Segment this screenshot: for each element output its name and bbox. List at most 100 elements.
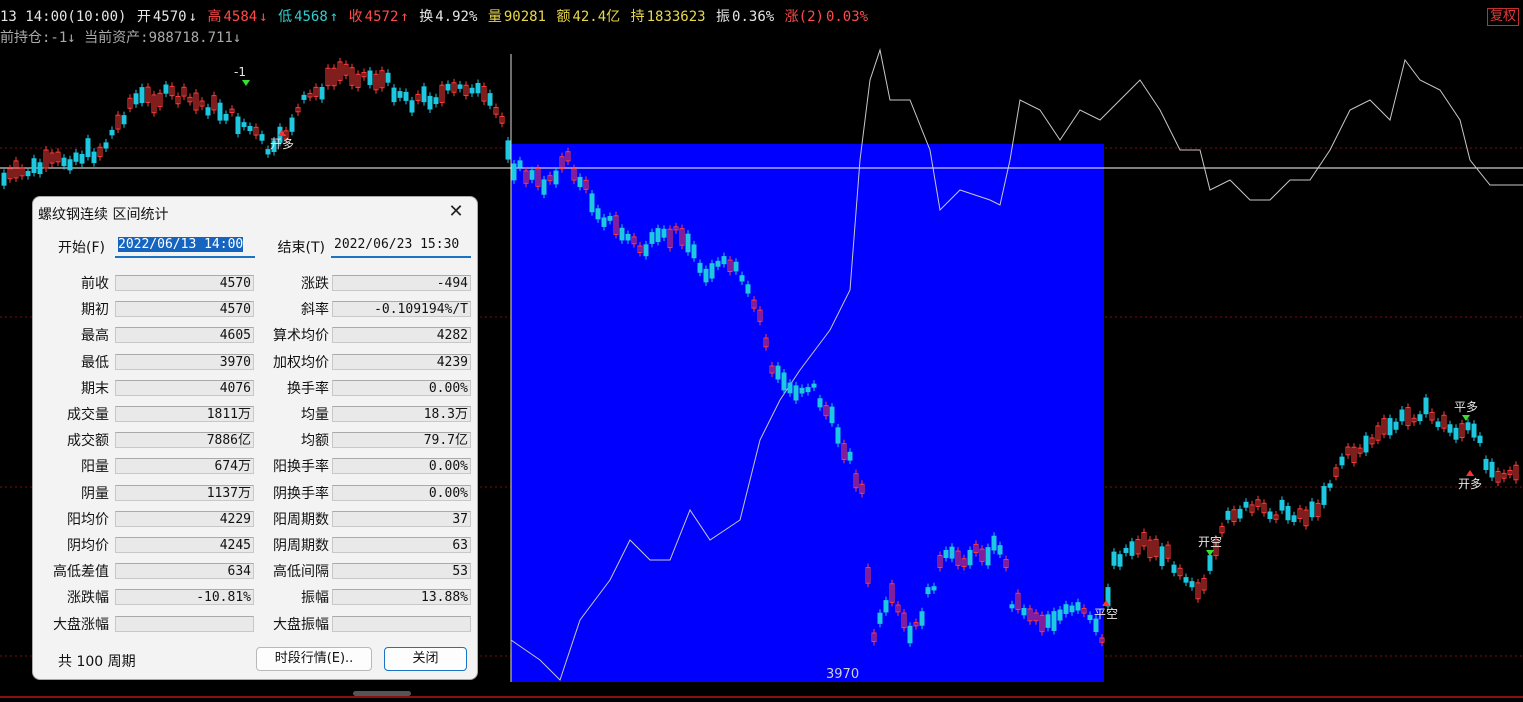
stat-value: 13.88% bbox=[332, 589, 471, 606]
stat-label: 斜率 bbox=[301, 302, 329, 319]
candle-down bbox=[487, 93, 493, 106]
restore-rights-button[interactable]: 复权 bbox=[1486, 8, 1519, 26]
candle-down bbox=[697, 262, 703, 273]
candle-down bbox=[1279, 499, 1285, 511]
candle-down bbox=[1171, 564, 1177, 573]
stat-value: 0.00% bbox=[332, 458, 471, 475]
candle-down bbox=[103, 142, 109, 149]
candle-down bbox=[1009, 604, 1015, 609]
stat-label: 振幅 bbox=[301, 590, 329, 607]
candle-down bbox=[409, 100, 415, 113]
turnover-label: 换 bbox=[419, 9, 434, 25]
end-date-input[interactable]: 2022/06/23 15:30 bbox=[331, 234, 471, 258]
candle-down bbox=[259, 134, 265, 141]
stat-value: 634 bbox=[115, 563, 254, 580]
stat-value: 1137万 bbox=[115, 484, 254, 501]
candle-down bbox=[1453, 427, 1459, 440]
amount-label: 额 bbox=[556, 9, 571, 25]
stat-value: 4245 bbox=[115, 537, 254, 553]
signal-label: 开多 bbox=[1458, 477, 1482, 491]
candle-down bbox=[445, 83, 451, 91]
candle-down bbox=[403, 91, 409, 101]
signal-label: 平多 bbox=[1454, 400, 1478, 414]
candle-down bbox=[709, 263, 715, 279]
low-arrow: ↑ bbox=[329, 9, 339, 25]
candle-down bbox=[1387, 418, 1393, 436]
stat-value: 4570 bbox=[115, 301, 254, 318]
candle-down bbox=[577, 176, 583, 188]
open-label: 开 bbox=[136, 9, 151, 25]
quote-bar: 13 14:00(10:00) 开 4570 ↓ 高 4584 ↓ 低 4568 ↑ 收 45… bbox=[0, 6, 870, 28]
stat-value: 7886亿 bbox=[115, 432, 254, 449]
history-quote-button[interactable]: 时段行情(E).. bbox=[256, 647, 372, 671]
horizontal-scroll-thumb[interactable] bbox=[353, 691, 411, 696]
candle-down bbox=[787, 382, 793, 394]
stat-label: 加权均价 bbox=[273, 354, 329, 371]
high-arrow: ↓ bbox=[259, 9, 268, 25]
signal-label: 开空 bbox=[1198, 535, 1222, 549]
candle-down bbox=[25, 170, 31, 177]
candle-down bbox=[1243, 501, 1249, 508]
candle-down bbox=[541, 179, 547, 195]
candle-down bbox=[1465, 422, 1471, 431]
candle-down bbox=[1075, 602, 1081, 611]
stat-label: 均额 bbox=[301, 433, 329, 450]
candle-down bbox=[625, 233, 631, 241]
stat-value: 1811万 bbox=[115, 406, 254, 422]
dialog-close-icon[interactable]: ✕ bbox=[445, 201, 467, 223]
change-value: 0.03% bbox=[825, 9, 869, 25]
candle-down bbox=[715, 260, 721, 267]
candle-down bbox=[649, 232, 655, 244]
candle-down bbox=[655, 228, 661, 243]
stat-value: -10.81% bbox=[115, 589, 254, 606]
candle-down bbox=[835, 427, 841, 444]
candle-down bbox=[247, 125, 253, 132]
candle-down bbox=[817, 398, 823, 408]
stat-label: 大盘振幅 bbox=[273, 616, 329, 633]
stat-label: 均量 bbox=[301, 407, 329, 423]
candle-down bbox=[619, 227, 625, 241]
dialog-close-button[interactable]: 关闭 bbox=[384, 647, 467, 671]
candle-down bbox=[775, 365, 781, 380]
candle-down bbox=[79, 154, 85, 164]
candle-down bbox=[91, 151, 97, 164]
buy-signal-arrow-icon bbox=[1466, 470, 1474, 476]
candle-down bbox=[811, 383, 817, 388]
candle-down bbox=[1291, 515, 1297, 522]
candle-down bbox=[163, 84, 169, 94]
stat-value bbox=[332, 615, 471, 632]
candle-down bbox=[1045, 614, 1051, 628]
interval-selection[interactable] bbox=[511, 144, 1104, 682]
candle-down bbox=[1159, 546, 1165, 567]
signal-label: 开多 bbox=[270, 137, 294, 151]
stat-label: 阴换手率 bbox=[273, 485, 329, 502]
period-low-marker: 3970 bbox=[826, 667, 860, 682]
stat-value: 79.7亿 bbox=[332, 432, 471, 449]
candle-down bbox=[595, 208, 601, 220]
candle-down bbox=[223, 113, 229, 121]
turnover-value: 4.92% bbox=[435, 9, 478, 25]
stat-label: 期末 bbox=[81, 380, 109, 397]
change-label: 涨(2) bbox=[784, 9, 824, 25]
candle-down bbox=[1, 172, 7, 186]
candle-down bbox=[301, 94, 307, 100]
candle-down bbox=[1471, 423, 1477, 438]
candle-down bbox=[235, 116, 241, 135]
candle-down bbox=[61, 157, 67, 167]
stat-label: 大盘涨幅 bbox=[53, 616, 109, 633]
candle-down bbox=[1483, 458, 1489, 470]
stat-value: -0.109194%/T bbox=[332, 301, 471, 318]
candle-down bbox=[703, 268, 709, 283]
candle-down bbox=[601, 217, 607, 227]
candle-down bbox=[949, 546, 955, 559]
candle-down bbox=[1189, 581, 1195, 588]
stat-label: 高低差值 bbox=[53, 564, 109, 581]
amount-value: 42.4亿 bbox=[572, 9, 621, 25]
start-date-input[interactable]: 2022/06/13 14:00 bbox=[115, 234, 255, 258]
candle-down bbox=[991, 535, 997, 551]
low-label: 低 bbox=[278, 9, 293, 25]
candle-down bbox=[1363, 435, 1369, 453]
candle-down bbox=[1225, 510, 1231, 520]
volume-value: 90281 bbox=[503, 9, 546, 25]
candle-down bbox=[967, 550, 973, 566]
